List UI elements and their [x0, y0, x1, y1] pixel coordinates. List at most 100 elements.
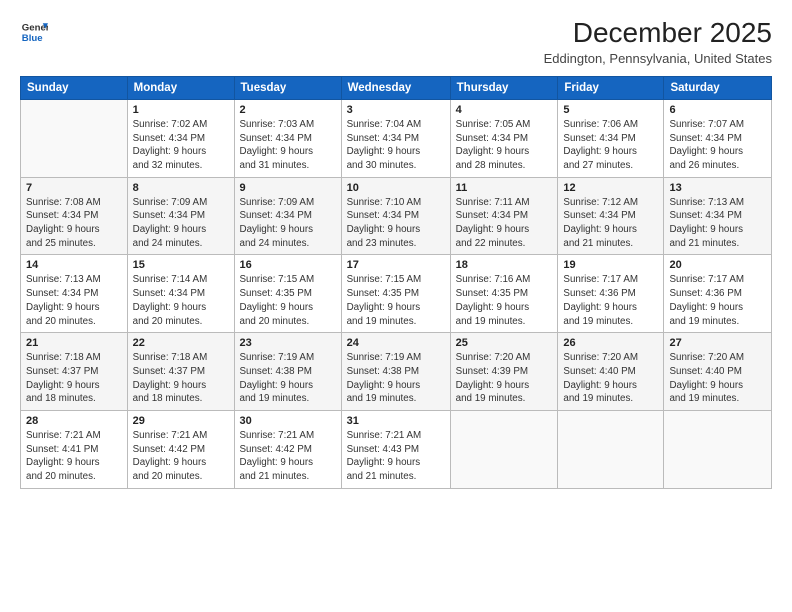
day-info: Sunrise: 7:10 AM Sunset: 4:34 PM Dayligh…	[347, 196, 445, 251]
day-info: Sunrise: 7:15 AM Sunset: 4:35 PM Dayligh…	[347, 273, 445, 328]
table-row: 13 Sunrise: 7:13 AM Sunset: 4:34 PM Dayli…	[664, 177, 772, 255]
day-number: 8	[133, 182, 229, 194]
table-row: 21 Sunrise: 7:18 AM Sunset: 4:37 PM Dayli…	[21, 333, 128, 411]
table-row: 14 Sunrise: 7:13 AM Sunset: 4:34 PM Dayli…	[21, 255, 128, 333]
table-row: 31 Sunrise: 7:21 AM Sunset: 4:43 PM Dayli…	[341, 411, 450, 489]
day-number: 11	[456, 182, 553, 194]
table-row: 26Sunrise: 7:20 AM Sunset: 4:40 PM Dayli…	[558, 333, 664, 411]
table-row: 16Sunrise: 7:15 AM Sunset: 4:35 PM Dayli…	[234, 255, 341, 333]
col-wednesday: Wednesday	[341, 76, 450, 99]
day-info: Sunrise: 7:17 AM Sunset: 4:36 PM Dayligh…	[563, 273, 658, 328]
calendar-week-row: 14 Sunrise: 7:13 AM Sunset: 4:34 PM Dayli…	[21, 255, 772, 333]
day-number: 9	[240, 182, 336, 194]
calendar-table: Sunday Monday Tuesday Wednesday Thursday…	[20, 76, 772, 489]
day-number: 10	[347, 182, 445, 194]
logo: General Blue	[20, 18, 48, 46]
table-row: 20 Sunrise: 7:17 AM Sunset: 4:36 PM Dayli…	[664, 255, 772, 333]
day-info: Sunrise: 7:20 AM Sunset: 4:39 PM Dayligh…	[456, 351, 553, 406]
calendar-week-row: 21 Sunrise: 7:18 AM Sunset: 4:37 PM Dayli…	[21, 333, 772, 411]
day-info: Sunrise: 7:06 AM Sunset: 4:34 PM Dayligh…	[563, 118, 658, 173]
table-row: 9 Sunrise: 7:09 AM Sunset: 4:34 PM Daylig…	[234, 177, 341, 255]
calendar-week-row: 7 Sunrise: 7:08 AM Sunset: 4:34 PM Daylig…	[21, 177, 772, 255]
day-info: Sunrise: 7:04 AM Sunset: 4:34 PM Dayligh…	[347, 118, 445, 173]
day-number: 14	[26, 259, 122, 271]
table-row	[21, 99, 128, 177]
day-number: 20	[669, 259, 766, 271]
table-row: 30Sunrise: 7:21 AM Sunset: 4:42 PM Dayli…	[234, 411, 341, 489]
table-row: 7 Sunrise: 7:08 AM Sunset: 4:34 PM Daylig…	[21, 177, 128, 255]
day-number: 26	[563, 337, 658, 349]
day-number: 7	[26, 182, 122, 194]
day-number: 18	[456, 259, 553, 271]
page: General Blue December 2025 Eddington, Pe…	[0, 0, 792, 612]
month-title: December 2025	[544, 18, 772, 49]
table-row: 29 Sunrise: 7:21 AM Sunset: 4:42 PM Dayli…	[127, 411, 234, 489]
table-row: 1 Sunrise: 7:02 AM Sunset: 4:34 PM Daylig…	[127, 99, 234, 177]
day-number: 25	[456, 337, 553, 349]
day-number: 12	[563, 182, 658, 194]
table-row: 11 Sunrise: 7:11 AM Sunset: 4:34 PM Dayli…	[450, 177, 558, 255]
title-block: December 2025 Eddington, Pennsylvania, U…	[544, 18, 772, 66]
table-row: 2 Sunrise: 7:03 AM Sunset: 4:34 PM Daylig…	[234, 99, 341, 177]
day-info: Sunrise: 7:02 AM Sunset: 4:34 PM Dayligh…	[133, 118, 229, 173]
day-info: Sunrise: 7:13 AM Sunset: 4:34 PM Dayligh…	[26, 273, 122, 328]
day-number: 23	[240, 337, 336, 349]
day-info: Sunrise: 7:11 AM Sunset: 4:34 PM Dayligh…	[456, 196, 553, 251]
table-row: 25 Sunrise: 7:20 AM Sunset: 4:39 PM Dayli…	[450, 333, 558, 411]
col-monday: Monday	[127, 76, 234, 99]
day-info: Sunrise: 7:03 AM Sunset: 4:34 PM Dayligh…	[240, 118, 336, 173]
day-number: 27	[669, 337, 766, 349]
calendar-header-row: Sunday Monday Tuesday Wednesday Thursday…	[21, 76, 772, 99]
day-info: Sunrise: 7:21 AM Sunset: 4:42 PM Dayligh…	[133, 429, 229, 484]
table-row: 18 Sunrise: 7:16 AM Sunset: 4:35 PM Dayli…	[450, 255, 558, 333]
table-row: 4 Sunrise: 7:05 AM Sunset: 4:34 PM Daylig…	[450, 99, 558, 177]
day-number: 3	[347, 104, 445, 116]
table-row: 28Sunrise: 7:21 AM Sunset: 4:41 PM Dayli…	[21, 411, 128, 489]
table-row	[558, 411, 664, 489]
table-row	[450, 411, 558, 489]
table-row: 22Sunrise: 7:18 AM Sunset: 4:37 PM Dayli…	[127, 333, 234, 411]
col-thursday: Thursday	[450, 76, 558, 99]
day-number: 5	[563, 104, 658, 116]
day-number: 31	[347, 415, 445, 427]
day-number: 17	[347, 259, 445, 271]
table-row: 24Sunrise: 7:19 AM Sunset: 4:38 PM Dayli…	[341, 333, 450, 411]
day-number: 1	[133, 104, 229, 116]
day-number: 24	[347, 337, 445, 349]
col-friday: Friday	[558, 76, 664, 99]
day-info: Sunrise: 7:19 AM Sunset: 4:38 PM Dayligh…	[240, 351, 336, 406]
day-number: 4	[456, 104, 553, 116]
day-info: Sunrise: 7:09 AM Sunset: 4:34 PM Dayligh…	[133, 196, 229, 251]
day-info: Sunrise: 7:18 AM Sunset: 4:37 PM Dayligh…	[133, 351, 229, 406]
day-info: Sunrise: 7:09 AM Sunset: 4:34 PM Dayligh…	[240, 196, 336, 251]
calendar-week-row: 28Sunrise: 7:21 AM Sunset: 4:41 PM Dayli…	[21, 411, 772, 489]
table-row: 17 Sunrise: 7:15 AM Sunset: 4:35 PM Dayli…	[341, 255, 450, 333]
table-row: 3 Sunrise: 7:04 AM Sunset: 4:34 PM Daylig…	[341, 99, 450, 177]
day-info: Sunrise: 7:17 AM Sunset: 4:36 PM Dayligh…	[669, 273, 766, 328]
header: General Blue December 2025 Eddington, Pe…	[20, 18, 772, 66]
day-number: 6	[669, 104, 766, 116]
day-info: Sunrise: 7:21 AM Sunset: 4:43 PM Dayligh…	[347, 429, 445, 484]
day-info: Sunrise: 7:14 AM Sunset: 4:34 PM Dayligh…	[133, 273, 229, 328]
day-number: 13	[669, 182, 766, 194]
day-info: Sunrise: 7:05 AM Sunset: 4:34 PM Dayligh…	[456, 118, 553, 173]
table-row: 19 Sunrise: 7:17 AM Sunset: 4:36 PM Dayli…	[558, 255, 664, 333]
day-number: 28	[26, 415, 122, 427]
calendar-week-row: 1 Sunrise: 7:02 AM Sunset: 4:34 PM Daylig…	[21, 99, 772, 177]
col-saturday: Saturday	[664, 76, 772, 99]
day-number: 29	[133, 415, 229, 427]
day-number: 15	[133, 259, 229, 271]
day-info: Sunrise: 7:16 AM Sunset: 4:35 PM Dayligh…	[456, 273, 553, 328]
table-row: 10 Sunrise: 7:10 AM Sunset: 4:34 PM Dayli…	[341, 177, 450, 255]
logo-icon: General Blue	[20, 18, 48, 46]
day-number: 21	[26, 337, 122, 349]
table-row: 23 Sunrise: 7:19 AM Sunset: 4:38 PM Dayli…	[234, 333, 341, 411]
day-info: Sunrise: 7:18 AM Sunset: 4:37 PM Dayligh…	[26, 351, 122, 406]
day-info: Sunrise: 7:13 AM Sunset: 4:34 PM Dayligh…	[669, 196, 766, 251]
day-info: Sunrise: 7:07 AM Sunset: 4:34 PM Dayligh…	[669, 118, 766, 173]
table-row: 5 Sunrise: 7:06 AM Sunset: 4:34 PM Daylig…	[558, 99, 664, 177]
day-number: 16	[240, 259, 336, 271]
day-info: Sunrise: 7:08 AM Sunset: 4:34 PM Dayligh…	[26, 196, 122, 251]
day-number: 2	[240, 104, 336, 116]
day-number: 19	[563, 259, 658, 271]
